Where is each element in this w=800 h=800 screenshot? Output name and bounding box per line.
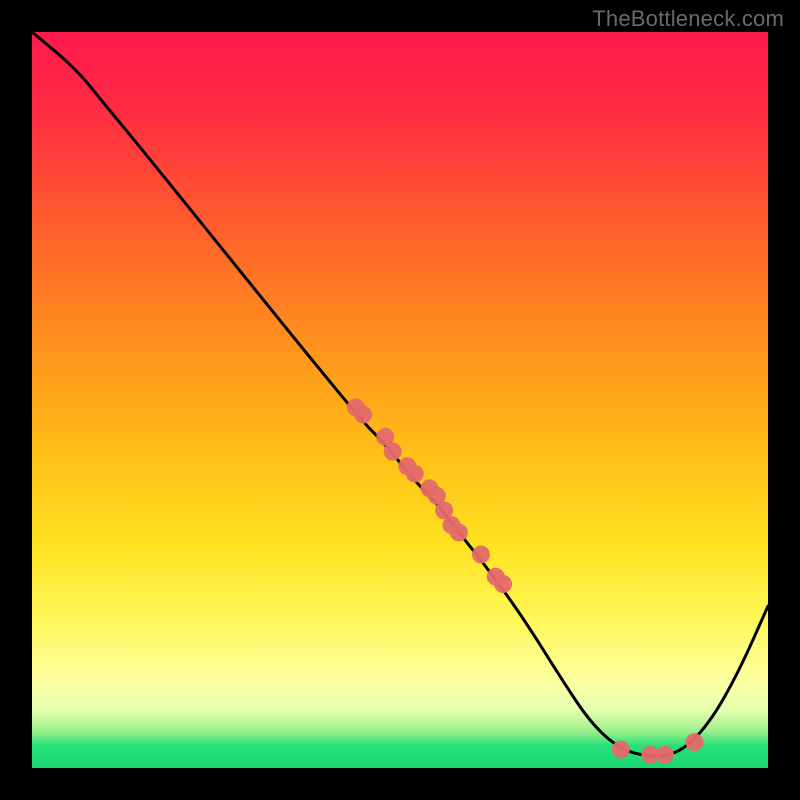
- plot-area: [32, 32, 768, 768]
- data-marker: [450, 523, 468, 541]
- bottleneck-curve: [32, 32, 768, 756]
- data-marker: [406, 465, 424, 483]
- data-marker: [354, 406, 372, 424]
- data-marker: [384, 443, 402, 461]
- data-marker: [612, 741, 630, 759]
- data-marker: [685, 733, 703, 751]
- data-marker: [472, 546, 490, 564]
- data-marker: [656, 746, 674, 764]
- chart-container: TheBottleneck.com: [0, 0, 800, 800]
- watermark-text: TheBottleneck.com: [592, 6, 784, 32]
- curve-layer: [32, 32, 768, 768]
- data-marker: [494, 575, 512, 593]
